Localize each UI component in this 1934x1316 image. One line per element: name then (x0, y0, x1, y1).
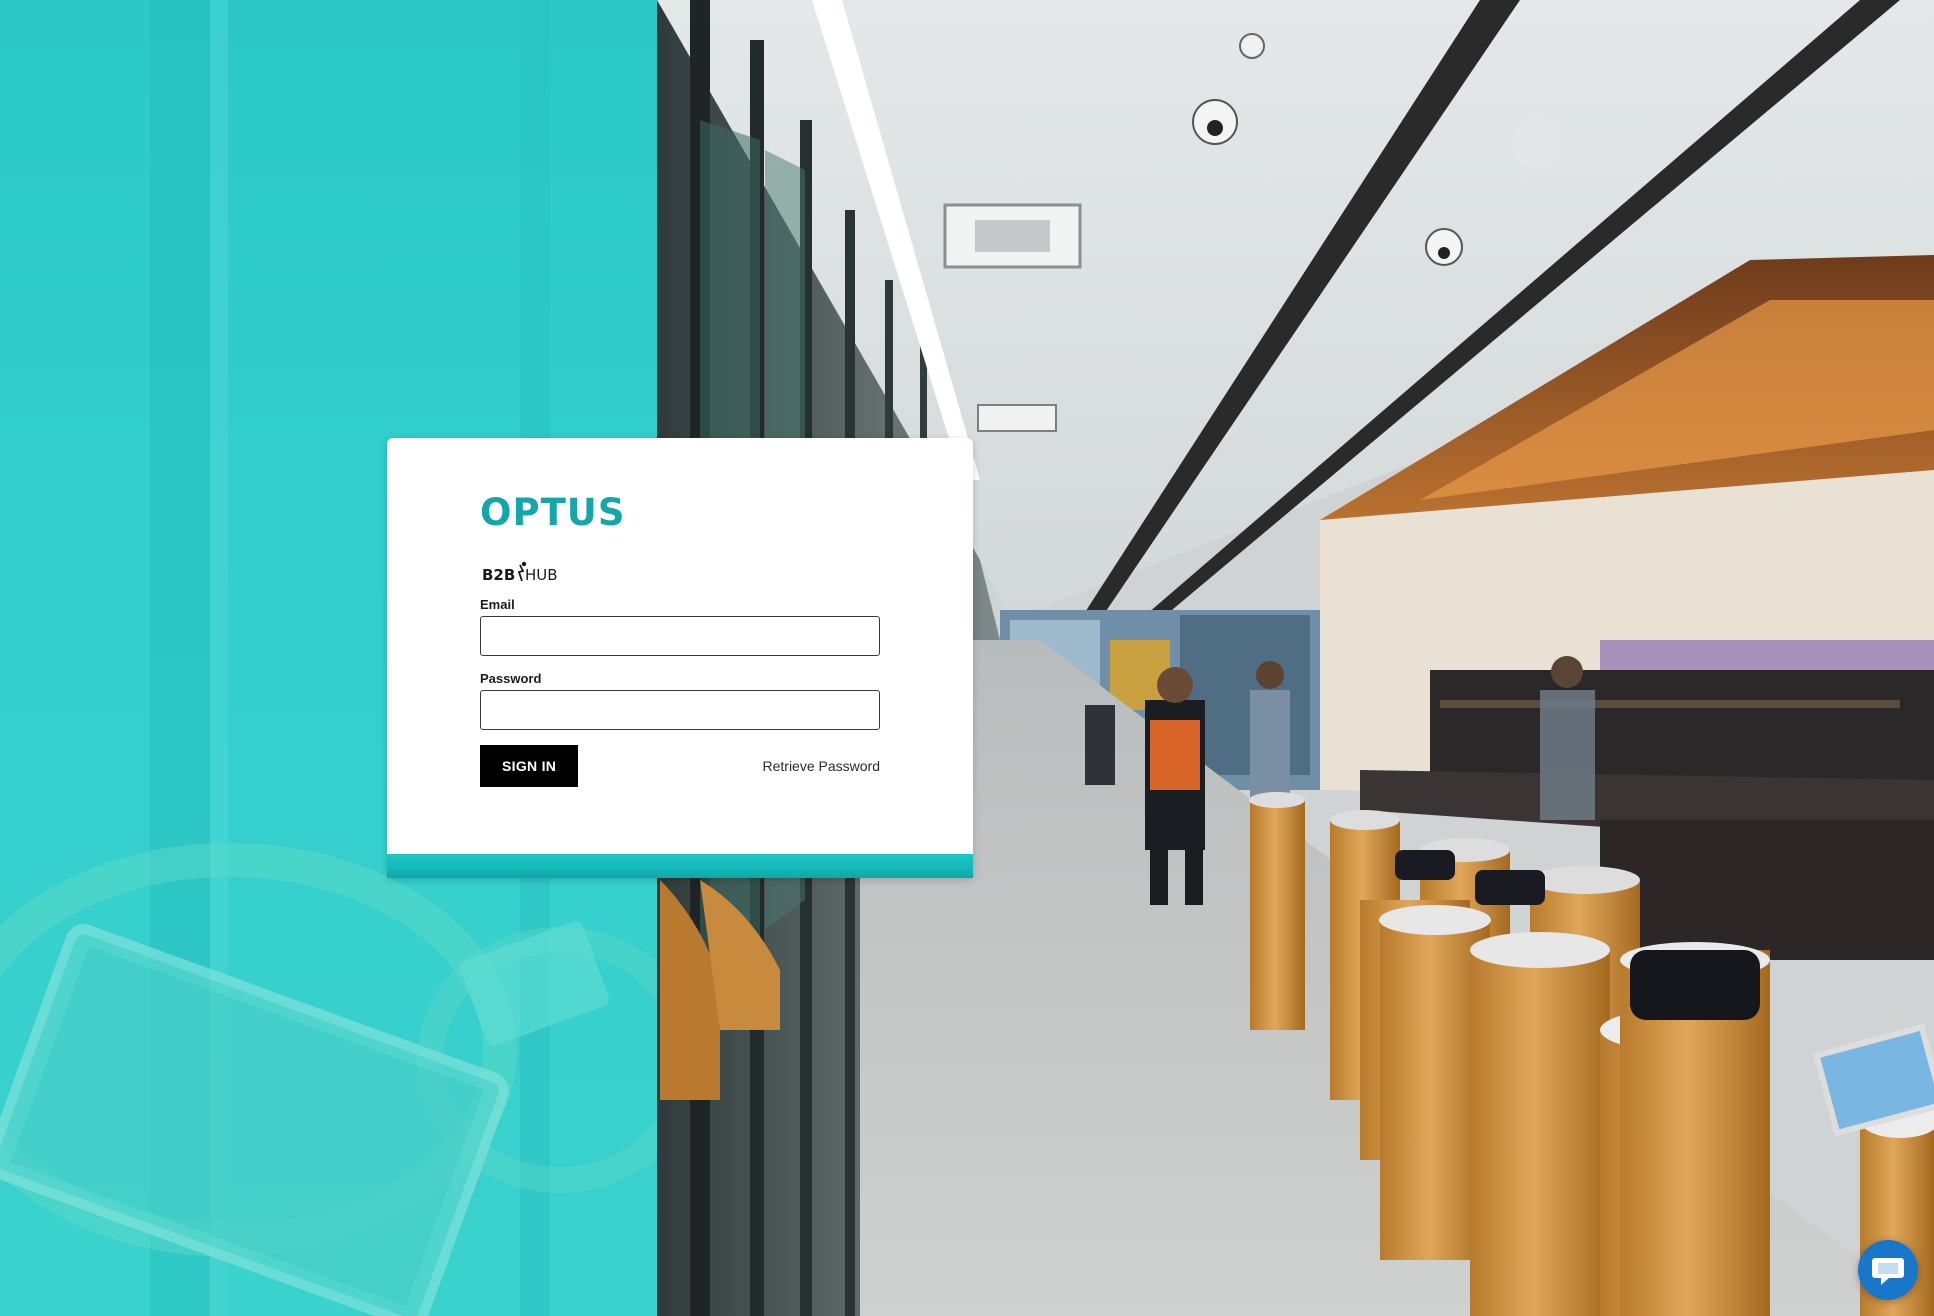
email-label: Email (480, 597, 515, 612)
card-accent-bar (387, 854, 973, 878)
login-card: OPTUS B2B HUB Email Password SIGN IN Ret… (387, 438, 973, 878)
email-input[interactable] (480, 616, 880, 656)
login-page: OPTUS B2B HUB Email Password SIGN IN Ret… (0, 0, 1934, 1316)
chat-button[interactable] (1858, 1240, 1918, 1300)
email-group: Email (480, 597, 880, 656)
login-form: OPTUS B2B HUB Email Password SIGN IN Ret… (480, 494, 880, 787)
optus-logo: OPTUS (480, 491, 626, 534)
sign-in-button[interactable]: SIGN IN (480, 745, 579, 787)
svg-text:HUB: HUB (525, 566, 558, 584)
svg-text:B2B: B2B (482, 566, 515, 584)
form-actions: SIGN IN Retrieve Password (480, 745, 880, 787)
password-input[interactable] (480, 690, 880, 730)
b2b-hub-logo: B2B HUB (480, 559, 880, 589)
b2b-hub-logo-image: B2B HUB (482, 561, 558, 584)
chat-bubble-icon (1872, 1258, 1904, 1285)
retrieve-password-link[interactable]: Retrieve Password (763, 758, 881, 774)
password-group: Password (480, 671, 880, 730)
password-label: Password (480, 671, 542, 686)
